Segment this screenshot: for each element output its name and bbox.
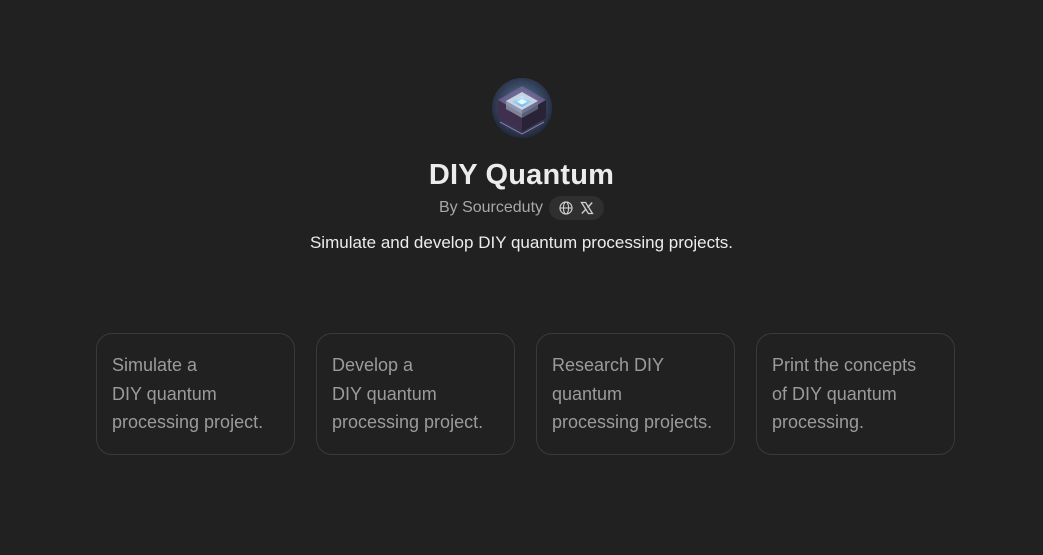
starter-line: of DIY quantum	[772, 383, 897, 404]
starter-card-research[interactable]: Research DIY quantum processing projects…	[536, 333, 735, 455]
starter-line: Develop a	[332, 355, 414, 375]
social-links	[549, 196, 605, 220]
starter-line: quantum	[552, 383, 623, 404]
gpt-description: Simulate and develop DIY quantum process…	[309, 233, 734, 252]
starter-card-print[interactable]: Print the concepts of DIY quantum proces…	[756, 333, 955, 455]
starter-line: Print the concepts	[772, 355, 917, 375]
starter-line: processing project.	[332, 412, 484, 432]
starter-line: processing project.	[112, 412, 264, 432]
gpt-byline: By Sourceduty	[438, 196, 605, 220]
gpt-landing-page: DIY Quantum By Sourceduty Simulate and d…	[0, 0, 1043, 555]
starter-line: DIY quantum	[332, 383, 437, 404]
starter-card-develop[interactable]: Develop a DIY quantum processing project…	[316, 333, 515, 455]
starter-line: processing.	[772, 412, 865, 432]
starter-line: Research DIY	[552, 355, 665, 375]
starter-line: Simulate a	[112, 355, 198, 375]
gpt-header: DIY Quantum By Sourceduty Simulate and d…	[0, 78, 1043, 254]
starter-line: processing projects.	[552, 412, 713, 432]
conversation-starters: Simulate a DIY quantum processing projec…	[96, 333, 955, 455]
x-logo-icon[interactable]	[579, 200, 595, 216]
starter-card-simulate[interactable]: Simulate a DIY quantum processing projec…	[96, 333, 295, 455]
starter-line: DIY quantum	[112, 383, 217, 404]
gpt-avatar	[491, 78, 552, 138]
globe-icon[interactable]	[558, 200, 574, 216]
gpt-title: DIY Quantum	[428, 159, 615, 191]
author-label: By Sourceduty	[438, 199, 544, 216]
quantum-chip-image	[491, 78, 552, 138]
